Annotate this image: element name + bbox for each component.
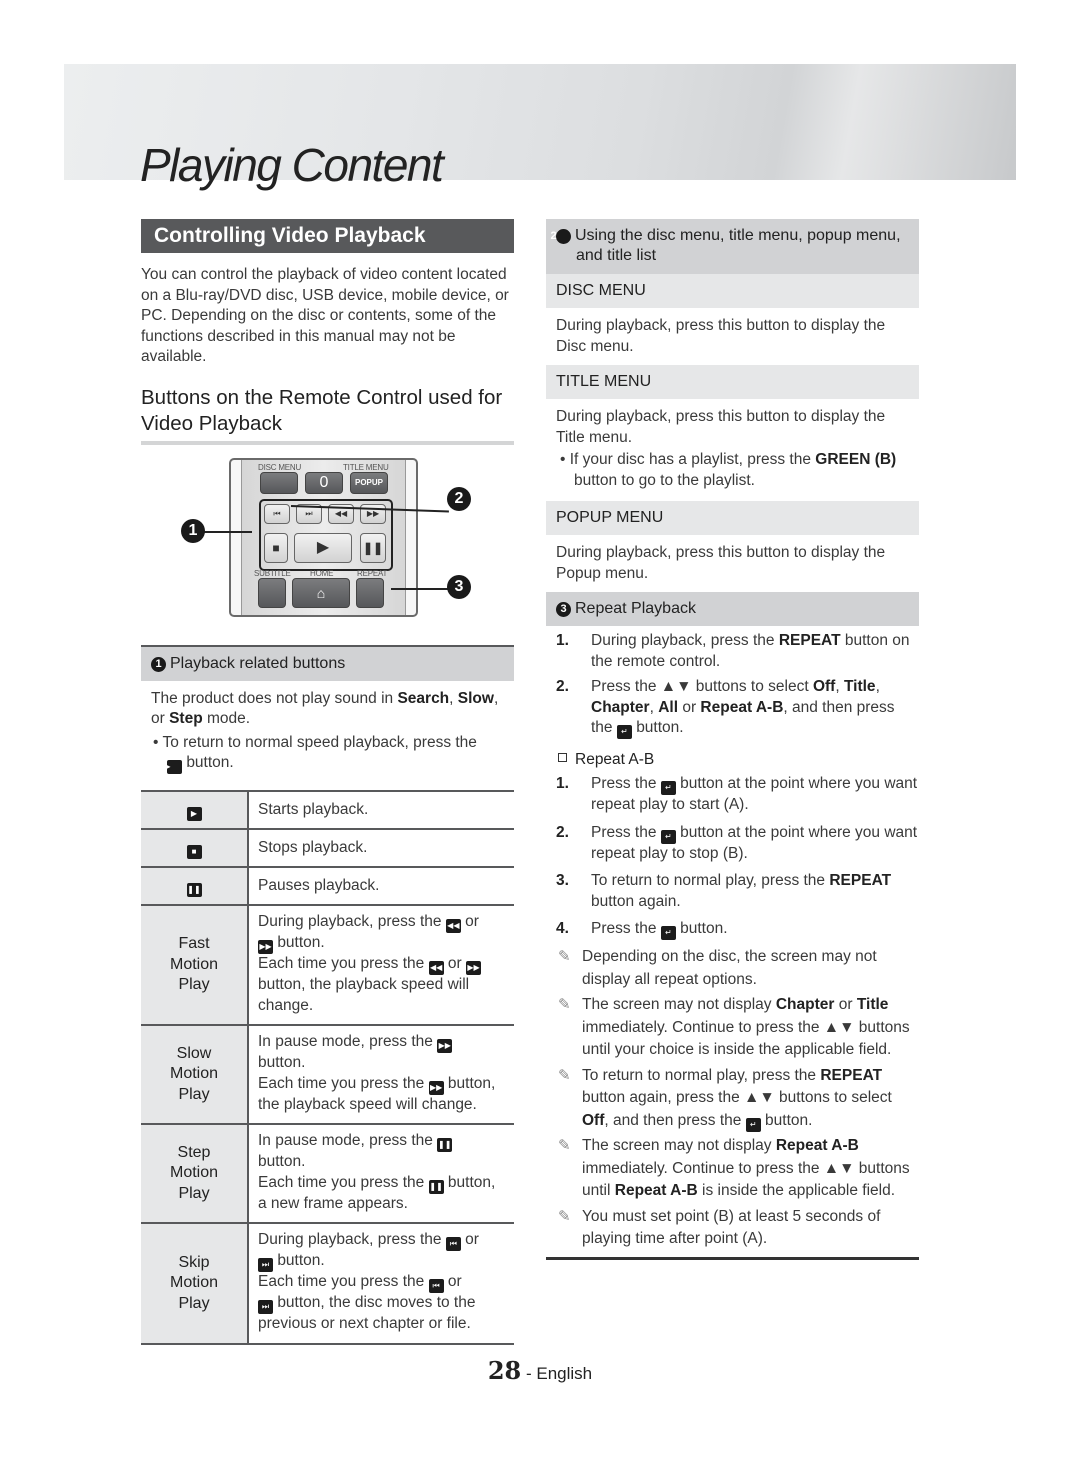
note-item: ✎ You must set point (B) at least 5 secon… <box>558 1207 881 1248</box>
repeat-ab-heading: Repeat A-B <box>558 751 919 769</box>
repeat-steps: 1. During playback, press the REPEAT butt… <box>546 631 919 739</box>
subtitle-button[interactable] <box>258 577 286 608</box>
no-sound-note: The product does not play sound in Searc… <box>151 689 499 728</box>
play-icon: ▶ <box>164 760 182 774</box>
skip-back-icon: ⏮ <box>428 1279 444 1293</box>
note-pencil-icon: ✎ <box>558 1137 571 1154</box>
row-key: Slow Motion Play <box>141 1024 249 1124</box>
disc-menu-desc: During playback, press this button to di… <box>556 317 886 355</box>
pause-icon: ❚❚ <box>186 882 202 897</box>
table-row: Fast Motion Play During playback, press th… <box>141 904 514 1025</box>
note-pencil-icon: ✎ <box>558 948 571 965</box>
playback-buttons-header: 1 Playback related buttons <box>141 646 514 681</box>
fast-forward-icon: ▶▶ <box>428 1080 444 1095</box>
table-row: ▶ Starts playback. <box>141 790 514 829</box>
row-key: Fast Motion Play <box>141 904 249 1025</box>
callout-2: 2 <box>447 486 471 511</box>
table-row: ❚❚ Pauses playback. <box>141 866 514 905</box>
disc-menu-header: DISC MENU <box>546 274 919 308</box>
table-row: Skip Motion Play During playback, press th… <box>141 1222 514 1345</box>
note-item: ✎ To return to normal play, press the REP… <box>546 1065 919 1133</box>
title-menu-header: TITLE MENU <box>546 365 919 399</box>
note-pencil-icon: ✎ <box>558 1066 571 1084</box>
list-item: 4. Press the ↵ button. <box>546 919 919 940</box>
right-column: 2 Using the disc menu, title menu, popup … <box>546 219 919 1260</box>
label-disc-menu: DISC MENU <box>258 462 302 472</box>
title-menu-desc: During playback, press this button to di… <box>556 408 886 446</box>
number-badge-2: 2 <box>550 229 571 244</box>
row-key: Skip Motion Play <box>141 1222 249 1345</box>
popup-menu-desc: During playback, press this button to di… <box>556 544 886 582</box>
enter-icon: ↵ <box>660 781 676 795</box>
remote-frame: DISC MENU TITLE MENU 0 POPUP ⏮ ⏭ ◀◀ ▶▶ ■… <box>229 457 418 617</box>
menu-section-header: 2 Using the disc menu, title menu, popup … <box>546 219 919 274</box>
skip-back-icon: ⏮ <box>445 1237 461 1251</box>
popup-menu-header: POPUP MENU <box>546 501 919 535</box>
normal-speed-bullet: • To return to normal speed playback, pr… <box>151 733 504 774</box>
label-repeat: REPEAT <box>357 568 388 578</box>
callout-1: 1 <box>181 518 205 543</box>
fast-forward-icon: ▶▶ <box>437 1039 453 1053</box>
home-button[interactable]: ⌂ <box>292 577 350 608</box>
fast-forward-icon: ▶▶ <box>258 940 273 954</box>
table-row: ■ Stops playback. <box>141 828 514 867</box>
checkbox-bullet-icon <box>558 753 567 762</box>
pause-icon: ❚❚ <box>428 1179 444 1194</box>
repeat-section-header: 3 Repeat Playback <box>546 592 919 626</box>
label-home: HOME <box>310 568 334 578</box>
enter-icon: ↵ <box>660 829 676 844</box>
home-icon: ⌂ <box>316 584 326 601</box>
list-item: 1. During playback, press the REPEAT butt… <box>556 632 910 670</box>
disc-menu-button[interactable] <box>260 471 298 494</box>
note-pencil-icon: ✎ <box>558 1207 571 1225</box>
enter-icon: ↵ <box>660 926 676 940</box>
list-item: 3. To return to normal play, press the RE… <box>556 872 892 910</box>
page-language: English <box>536 1364 593 1383</box>
chapter-title: Playing Content <box>140 139 444 191</box>
repeat-ab-steps: 1. Press the ↵ button at the point where … <box>546 774 919 940</box>
subheading-remote-buttons: Buttons on the Remote Control used for V… <box>141 385 514 445</box>
table-row: Step Motion Play In pause mode, press the … <box>141 1123 514 1223</box>
note-item: ✎ The screen may not display Chapter or T… <box>558 996 910 1058</box>
enter-icon: ↵ <box>745 1117 761 1132</box>
rewind-icon: ◀◀ <box>445 919 461 933</box>
pause-icon: ❚❚ <box>437 1138 453 1152</box>
play-icon: ▶ <box>186 806 202 821</box>
intro-paragraph: You can control the playback of video co… <box>141 266 509 365</box>
skip-forward-icon: ⏭ <box>258 1258 273 1272</box>
repeat-button[interactable] <box>356 577 384 608</box>
playlist-bullet: • If your disc has a playlist, press the… <box>560 451 897 489</box>
rewind-icon: ◀◀ <box>428 961 444 975</box>
left-column: Controlling Video Playback You can contr… <box>141 219 514 1345</box>
fast-forward-icon: ▶▶ <box>466 961 482 975</box>
page-footer: 28 - English <box>487 1356 593 1385</box>
note-item: ✎ Depending on the disc, the screen may n… <box>558 948 877 988</box>
playback-functions-table: ▶ Starts playback. ■ Stops playback. ❚❚ … <box>141 790 514 1345</box>
notes-list: ✎ Depending on the disc, the screen may n… <box>546 946 919 1251</box>
note-pencil-icon: ✎ <box>558 996 571 1013</box>
stop-icon: ■ <box>186 844 202 859</box>
label-subtitle: SUBTITLE <box>254 568 291 578</box>
list-item: 2. Press the ▲▼ buttons to select Off, Ti… <box>546 677 919 739</box>
label-title-menu: TITLE MENU <box>343 462 389 472</box>
table-row: Slow Motion Play In pause mode, press the … <box>141 1024 514 1124</box>
number-badge-3: 3 <box>556 602 571 617</box>
row-key: Step Motion Play <box>141 1123 249 1223</box>
callout-3: 3 <box>447 574 471 599</box>
enter-icon: ↵ <box>616 725 632 739</box>
section-title: Controlling Video Playback <box>141 219 514 253</box>
list-item: 2. Press the ↵ button at the point where … <box>556 823 918 862</box>
popup-button[interactable]: POPUP <box>350 471 388 494</box>
remote-control-illustration: DISC MENU TITLE MENU 0 POPUP ⏮ ⏭ ◀◀ ▶▶ ■… <box>141 453 514 645</box>
skip-forward-icon: ⏭ <box>258 1300 273 1314</box>
number-badge-1: 1 <box>151 656 166 672</box>
page-number: 28 <box>487 1356 522 1385</box>
section-end-rule <box>546 1256 919 1260</box>
zero-button[interactable]: 0 <box>305 471 343 494</box>
list-item: 1. Press the ↵ button at the point where … <box>556 775 918 813</box>
note-item: ✎ The screen may not display Repeat A-B i… <box>558 1137 910 1199</box>
